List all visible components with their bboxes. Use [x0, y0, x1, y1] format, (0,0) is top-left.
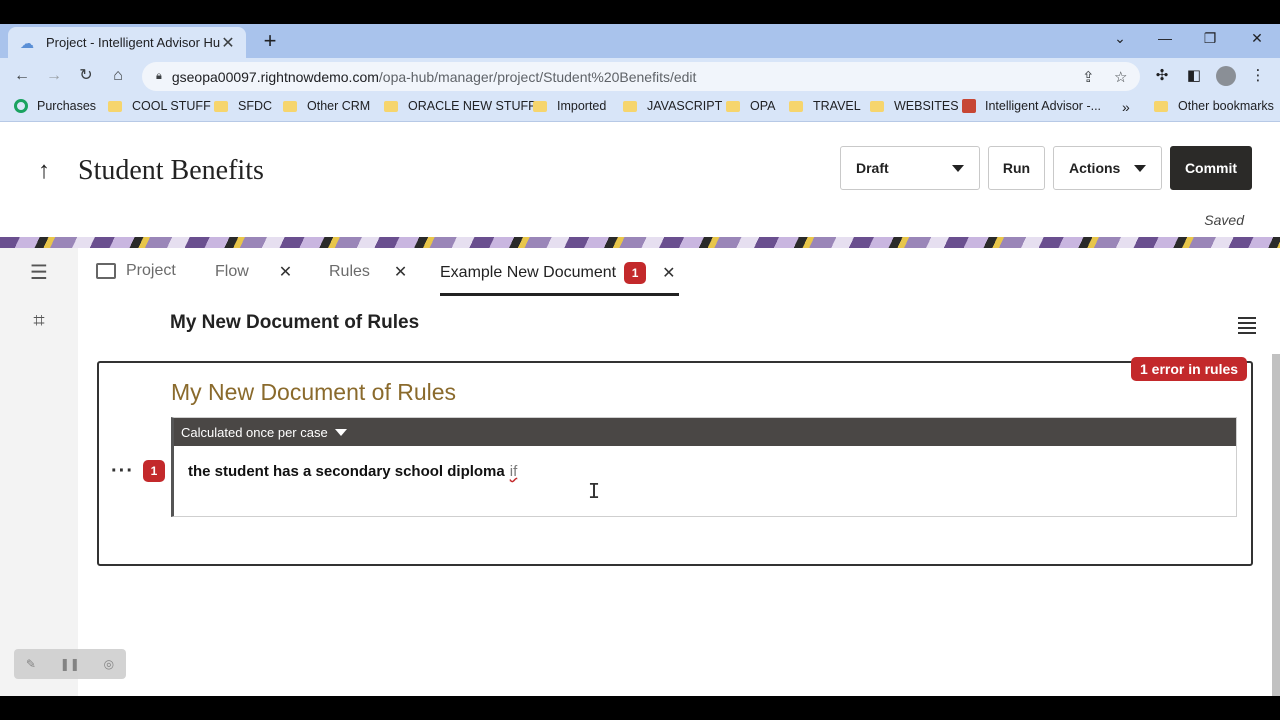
close-icon[interactable]: ✕	[662, 263, 675, 283]
bookmarks-bar: Purchases COOL STUFF SFDC Other CRM ORAC…	[0, 94, 1280, 122]
forward-icon[interactable]: →	[44, 66, 64, 86]
bookmark-folder[interactable]: WEBSITES	[870, 99, 959, 113]
tab-project[interactable]: Project	[96, 262, 176, 280]
close-tab-icon[interactable]: ✕	[220, 33, 236, 53]
folder-icon	[623, 100, 637, 112]
bookmark-site-icon	[14, 99, 28, 113]
folder-icon	[533, 100, 547, 112]
edit-icon[interactable]: ✎	[26, 657, 36, 671]
minimize-icon[interactable]: —	[1155, 30, 1175, 46]
bookmark-folder[interactable]: JAVASCRIPT	[623, 99, 722, 113]
error-count-badge: 1	[624, 262, 647, 284]
reload-icon[interactable]: ↻	[76, 66, 96, 86]
camera-icon[interactable]: ◎	[104, 657, 114, 671]
star-icon[interactable]: ☆	[1114, 68, 1127, 86]
crop-icon[interactable]: ⌗	[26, 308, 52, 334]
new-tab-icon[interactable]: +	[258, 30, 282, 52]
rule-conclusion[interactable]: the student has a secondary school diplo…	[188, 463, 517, 480]
close-icon[interactable]: ✕	[279, 262, 292, 282]
caret-down-icon	[952, 164, 964, 172]
scrollbar[interactable]	[1272, 354, 1280, 696]
tab-flow[interactable]: Flow ✕	[215, 262, 292, 282]
pause-icon[interactable]: ❚❚	[60, 657, 80, 671]
row-options-icon[interactable]: ···	[111, 460, 134, 483]
bookmarks-overflow[interactable]: »	[1122, 99, 1130, 115]
other-bookmarks[interactable]: Other bookmarks	[1154, 99, 1274, 113]
folder-icon	[214, 100, 228, 112]
save-status: Saved	[1204, 212, 1244, 228]
caret-down-icon	[334, 428, 347, 436]
active-tab-indicator	[440, 293, 679, 296]
side-panel-icon[interactable]: ◧	[1184, 66, 1204, 86]
bookmark-item[interactable]: Intelligent Advisor -...	[962, 99, 1101, 113]
chevron-down-icon[interactable]: ⌄	[1110, 30, 1130, 47]
extensions-icon[interactable]: ✣	[1152, 66, 1172, 86]
bookmark-folder[interactable]: Imported	[533, 99, 606, 113]
tab-example-new-document[interactable]: Example New Document 1 ✕	[440, 262, 675, 284]
run-button[interactable]: Run	[988, 146, 1045, 190]
lock-icon: 🔒︎	[156, 70, 162, 82]
row-error-badge[interactable]: 1	[143, 460, 165, 482]
url-host: gseopa00097.rightnowdemo.com	[171, 68, 379, 85]
cloud-icon: ☁	[20, 34, 34, 51]
close-window-icon[interactable]: ✕	[1247, 30, 1267, 47]
browser-tab-title: Project - Intelligent Advisor Hub	[46, 35, 220, 50]
caret-down-icon	[1134, 164, 1146, 172]
left-rail: ☰ ⌗	[0, 248, 78, 696]
browser-tab-strip: ☁ Project - Intelligent Advisor Hub ✕ + …	[0, 24, 1280, 58]
draft-dropdown[interactable]: Draft	[840, 146, 980, 190]
restore-icon[interactable]: ❐	[1200, 30, 1220, 47]
folder-icon	[870, 100, 884, 112]
text-cursor-icon: I	[588, 479, 601, 503]
bookmark-folder[interactable]: ORACLE NEW STUFF	[384, 99, 536, 113]
browser-window: ☁ Project - Intelligent Advisor Hub ✕ + …	[0, 24, 1280, 696]
bookmark-folder[interactable]: OPA	[726, 99, 775, 113]
close-icon[interactable]: ✕	[394, 262, 407, 282]
recorder-toolbar: ✎ ❚❚ ◎	[14, 649, 126, 679]
folder-icon	[108, 100, 122, 112]
bookmark-folder[interactable]: TRAVEL	[789, 99, 861, 113]
address-bar[interactable]: 🔒︎ gseopa00097.rightnowdemo.com/opa-hub/…	[142, 62, 1140, 91]
browser-tab[interactable]: ☁ Project - Intelligent Advisor Hub ✕	[8, 27, 246, 58]
calculation-mode-dropdown[interactable]: Calculated once per case	[174, 418, 1236, 446]
bookmark-folder[interactable]: Other CRM	[283, 99, 370, 113]
rule-if-keyword: if	[509, 463, 518, 480]
rules-error-badge[interactable]: 1 error in rules	[1131, 357, 1248, 381]
bookmark-item[interactable]: Purchases	[14, 99, 96, 113]
folder-icon	[384, 100, 398, 112]
kebab-menu-icon[interactable]: ⋮	[1248, 66, 1268, 86]
document-tabs: Project Flow ✕ Rules ✕ Example New Documen…	[78, 248, 1280, 298]
home-icon[interactable]: ⌂	[108, 66, 128, 86]
page-title: Student Benefits	[78, 155, 264, 186]
rules-document[interactable]: My New Document of Rules ··· 1 Calculate…	[97, 361, 1253, 566]
document-heading: My New Document of Rules	[170, 312, 420, 333]
app-header: ↑ Student Benefits Draft Run Actions Com…	[0, 127, 1280, 237]
url-path: /opa-hub/manager/project/Student%20Benef…	[378, 68, 697, 85]
rule-block[interactable]: Calculated once per case the student has…	[171, 417, 1237, 517]
back-icon[interactable]: ←	[12, 66, 32, 86]
outline-list-icon[interactable]: ☰	[26, 260, 52, 286]
bookmark-folder[interactable]: SFDC	[214, 99, 272, 113]
actions-dropdown[interactable]: Actions	[1053, 146, 1162, 190]
bookmark-folder[interactable]: COOL STUFF	[108, 99, 211, 113]
commit-button[interactable]: Commit	[1170, 146, 1252, 190]
share-icon[interactable]: ⇪	[1082, 68, 1095, 86]
browser-toolbar: ← → ↻ ⌂ 🔒︎ gseopa00097.rightnowdemo.com /…	[0, 58, 1280, 94]
folder-icon	[789, 100, 803, 112]
tab-rules[interactable]: Rules ✕	[329, 262, 407, 282]
menu-icon[interactable]	[1238, 317, 1256, 334]
decorative-banner	[0, 237, 1280, 248]
avatar[interactable]	[1216, 66, 1236, 86]
arrow-up-icon[interactable]: ↑	[34, 157, 54, 185]
folder-icon	[1154, 100, 1168, 112]
folder-icon	[726, 100, 740, 112]
folder-icon	[283, 100, 297, 112]
folder-icon	[96, 263, 116, 279]
rules-title[interactable]: My New Document of Rules	[171, 379, 456, 406]
oracle-icon	[962, 99, 976, 113]
